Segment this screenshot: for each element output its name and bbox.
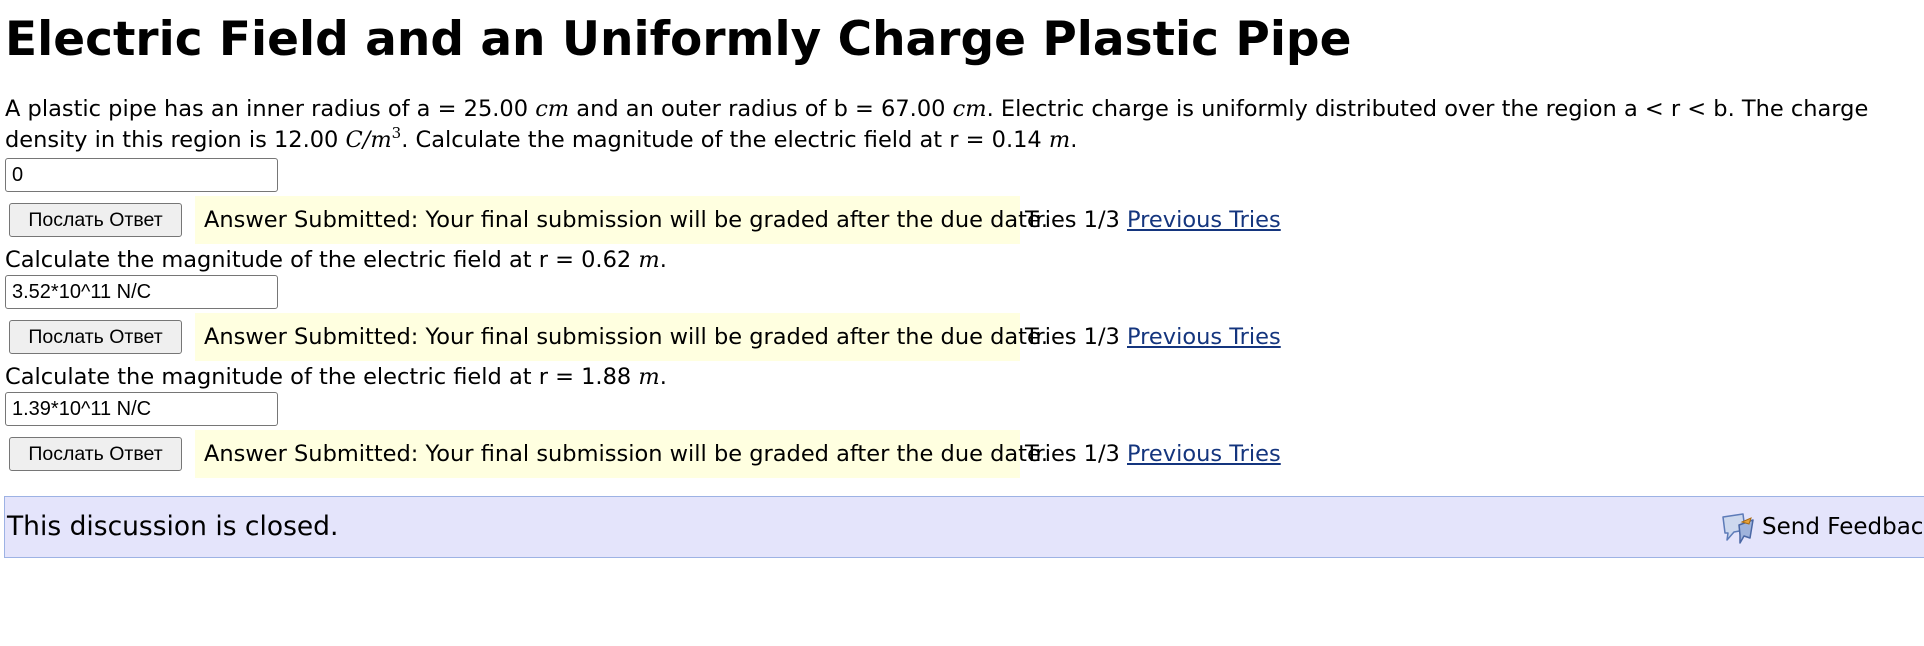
tries-counter: Tries 1/3: [1025, 324, 1120, 350]
problem-text-segment: A plastic pipe has an inner radius of a …: [5, 96, 536, 122]
page-title: Electric Field and an Uniformly Charge P…: [5, 12, 1352, 67]
previous-tries-link[interactable]: Previous Tries: [1127, 430, 1281, 478]
answer-input-part-3[interactable]: [5, 392, 278, 426]
previous-tries-link[interactable]: Previous Tries: [1127, 196, 1281, 244]
send-feedback-link[interactable]: Send Feedback: [1720, 497, 1924, 557]
feedback-icon: [1720, 511, 1756, 545]
submission-status: Answer Submitted: Your final submission …: [195, 313, 1048, 361]
submit-answer-button[interactable]: Послать Ответ: [9, 437, 182, 471]
unit-charge-density: C/m3: [345, 124, 402, 154]
submission-row-part-3: Послать Ответ Answer Submitted: Your fin…: [9, 430, 1309, 478]
answer-input-part-2[interactable]: [5, 275, 278, 309]
problem-text-segment: and an outer radius of b = 67.00: [569, 96, 953, 122]
unit-m: m: [1048, 127, 1071, 153]
answer-input-part-1[interactable]: [5, 158, 278, 192]
previous-tries-link[interactable]: Previous Tries: [1127, 313, 1281, 361]
question-part-2: Calculate the magnitude of the electric …: [5, 247, 667, 273]
unit-cm: cm: [535, 96, 570, 122]
tries-counter: Tries 1/3: [1025, 441, 1120, 467]
problem-page: Electric Field and an Uniformly Charge P…: [0, 0, 1924, 646]
problem-text-segment: . Calculate the magnitude of the electri…: [401, 127, 1049, 153]
tries-counter: Tries 1/3: [1025, 207, 1120, 233]
unit-exponent: 3: [391, 124, 402, 142]
discussion-bar: This discussion is closed. Send Feedback: [4, 496, 1924, 558]
submit-answer-button[interactable]: Послать Ответ: [9, 320, 182, 354]
submission-status: Answer Submitted: Your final submission …: [195, 430, 1048, 478]
unit-cm: cm: [952, 96, 987, 122]
problem-statement: A plastic pipe has an inner radius of a …: [5, 94, 1917, 156]
unit-m: m: [638, 247, 660, 273]
send-feedback-label[interactable]: Send Feedback: [1762, 497, 1924, 557]
submission-status: Answer Submitted: Your final submission …: [195, 196, 1048, 244]
submit-answer-button[interactable]: Послать Ответ: [9, 203, 182, 237]
submission-row-part-1: Послать Ответ Answer Submitted: Your fin…: [9, 196, 1309, 244]
discussion-closed-text: This discussion is closed.: [7, 511, 339, 542]
submission-row-part-2: Послать Ответ Answer Submitted: Your fin…: [9, 313, 1309, 361]
unit-m: m: [638, 364, 660, 390]
question-part-3: Calculate the magnitude of the electric …: [5, 364, 667, 390]
problem-text-segment: .: [1070, 127, 1078, 153]
